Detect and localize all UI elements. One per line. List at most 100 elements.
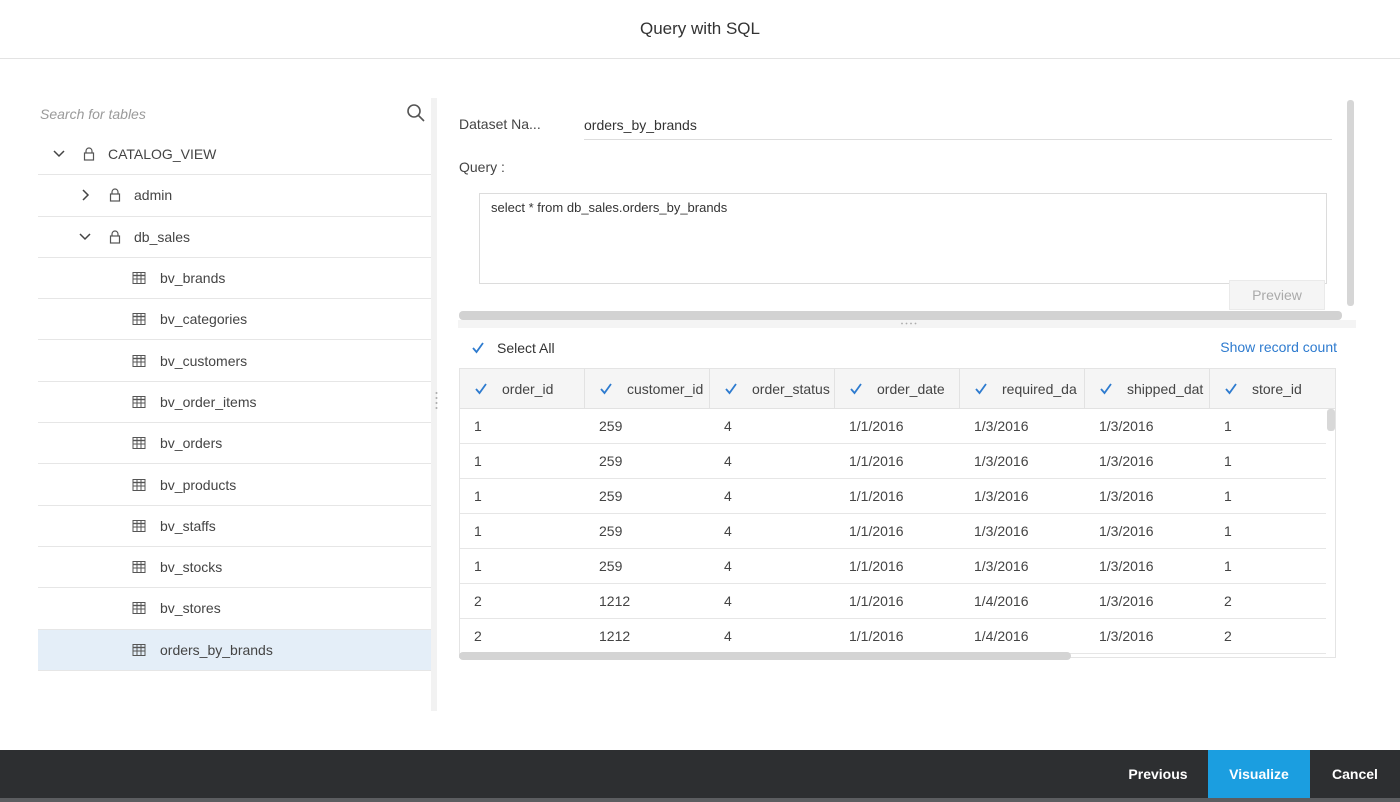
search-icon[interactable] [405,102,427,124]
column-header-label: order_date [877,381,945,397]
dialog-footer: Previous Visualize Cancel [0,750,1400,802]
table-row: 1 259 4 1/1/2016 1/3/2016 1/3/2016 1 [460,549,1326,584]
tree-node-table[interactable]: bv_brands [38,258,431,300]
column-header[interactable]: store_id [1210,369,1335,409]
tree-node-table[interactable]: bv_stores [38,588,431,630]
tree-node-table[interactable]: bv_stocks [38,547,431,589]
tree-node-label: bv_customers [160,352,248,369]
table-cell: 1/3/2016 [974,523,1029,539]
table-cell: 1/3/2016 [1099,593,1154,609]
table-row: 1 259 4 1/1/2016 1/3/2016 1/3/2016 1 [460,514,1326,549]
table-cell: 4 [724,523,732,539]
table-icon [132,395,146,408]
column-header-label: order_id [502,381,554,397]
drag-handle-icon[interactable] [435,390,438,412]
chevron-down-icon[interactable] [52,147,66,161]
checkbox-checked-icon[interactable] [474,382,488,396]
dataset-name-label: Dataset Na... [459,116,541,132]
table-icon [132,519,146,532]
select-all-label: Select All [497,340,555,356]
query-editor[interactable]: select * from db_sales.orders_by_brands [479,193,1327,284]
previous-button[interactable]: Previous [1110,750,1206,798]
tree-node-catalog-view[interactable]: CATALOG_VIEW [38,134,431,176]
table-cell: 259 [599,488,623,504]
table-cell: 259 [599,453,623,469]
checkbox-checked-icon[interactable] [849,382,863,396]
dataset-name-input[interactable] [584,114,1332,140]
table-row: 2 1212 4 1/1/2016 1/4/2016 1/3/2016 2 [460,619,1326,654]
checkbox-checked-icon[interactable] [974,382,988,396]
tree-node-table[interactable]: bv_categories [38,299,431,341]
show-record-count-link[interactable]: Show record count [1220,339,1337,355]
checkbox-checked-icon[interactable] [599,382,613,396]
column-header[interactable]: order_status [710,369,835,409]
cancel-button[interactable]: Cancel [1312,750,1398,798]
visualize-button[interactable]: Visualize [1208,750,1310,798]
column-header-label: store_id [1252,381,1302,397]
column-header[interactable]: required_da [960,369,1085,409]
table-cell: 1/3/2016 [974,418,1029,434]
select-all-toggle[interactable]: Select All [471,340,555,356]
grid-horizontal-scrollbar[interactable] [459,652,1071,660]
table-cell: 1/3/2016 [974,453,1029,469]
lock-icon [109,188,121,203]
tree-node-label: bv_products [160,476,237,493]
table-cell: 1/3/2016 [1099,523,1154,539]
chevron-right-icon[interactable] [78,188,92,202]
tree-node-table[interactable]: bv_staffs [38,506,431,547]
tree-node-label: orders_by_brands [160,641,273,658]
tree-node-table[interactable]: bv_customers [38,340,431,382]
table-cell: 1/3/2016 [1099,628,1154,644]
query-panel: Dataset Na... Query : select * from db_s… [458,96,1358,666]
table-cell: 1 [474,418,482,434]
checkbox-checked-icon[interactable] [1099,382,1113,396]
table-cell: 2 [474,593,482,609]
column-header[interactable]: order_id [460,369,585,409]
tree-node-label: bv_stocks [160,559,223,576]
chevron-down-icon[interactable] [78,230,92,244]
tree-node-db-sales[interactable]: db_sales [38,217,431,258]
column-header-label: order_status [752,381,830,397]
horizontal-scrollbar[interactable] [459,311,1342,320]
search-input[interactable] [40,102,390,126]
tree-node-label: bv_order_items [160,393,257,410]
table-cell: 1/1/2016 [849,453,904,469]
tree-node-label: bv_orders [160,435,223,452]
grid-body: 1 259 4 1/1/2016 1/3/2016 1/3/2016 1 1 259 4 1/1/2… [460,409,1326,654]
table-icon [132,602,146,615]
table-cell: 1/3/2016 [1099,453,1154,469]
table-cell: 4 [724,453,732,469]
table-cell: 1 [1224,453,1232,469]
table-cell: 4 [724,558,732,574]
grid-vertical-scrollbar[interactable] [1327,409,1335,431]
column-header[interactable]: customer_id [585,369,710,409]
tree-node-label: bv_categories [160,311,248,328]
results-grid: order_id customer_id order_status order_… [459,368,1336,658]
checkbox-checked-icon[interactable] [471,341,485,355]
column-header-label: customer_id [627,381,704,397]
table-cell: 1 [1224,418,1232,434]
preview-button[interactable]: Preview [1229,280,1325,310]
checkbox-checked-icon[interactable] [1224,382,1238,396]
column-header[interactable]: shipped_dat [1085,369,1210,409]
tree-node-table-selected[interactable]: orders_by_brands [38,629,431,671]
tree-node-table[interactable]: bv_products [38,464,431,506]
checkbox-checked-icon[interactable] [724,382,738,396]
table-cell: 1/1/2016 [849,523,904,539]
tree-node-table[interactable]: bv_order_items [38,382,431,424]
drag-handle-icon[interactable] [900,322,918,325]
tree-node-table[interactable]: bv_orders [38,423,431,465]
table-cell: 1/1/2016 [849,558,904,574]
tree-node-admin[interactable]: admin [38,175,431,217]
tree-node-label: bv_stores [160,600,221,617]
column-header[interactable]: order_date [835,369,960,409]
table-cell: 1/3/2016 [1099,418,1154,434]
table-cell: 259 [599,558,623,574]
table-cell: 1/3/2016 [1099,558,1154,574]
vertical-scrollbar[interactable] [1347,100,1354,306]
table-cell: 2 [474,628,482,644]
column-header-label: shipped_dat [1127,381,1204,397]
table-cell: 4 [724,593,732,609]
table-cell: 1212 [599,593,631,609]
table-icon [132,272,146,285]
